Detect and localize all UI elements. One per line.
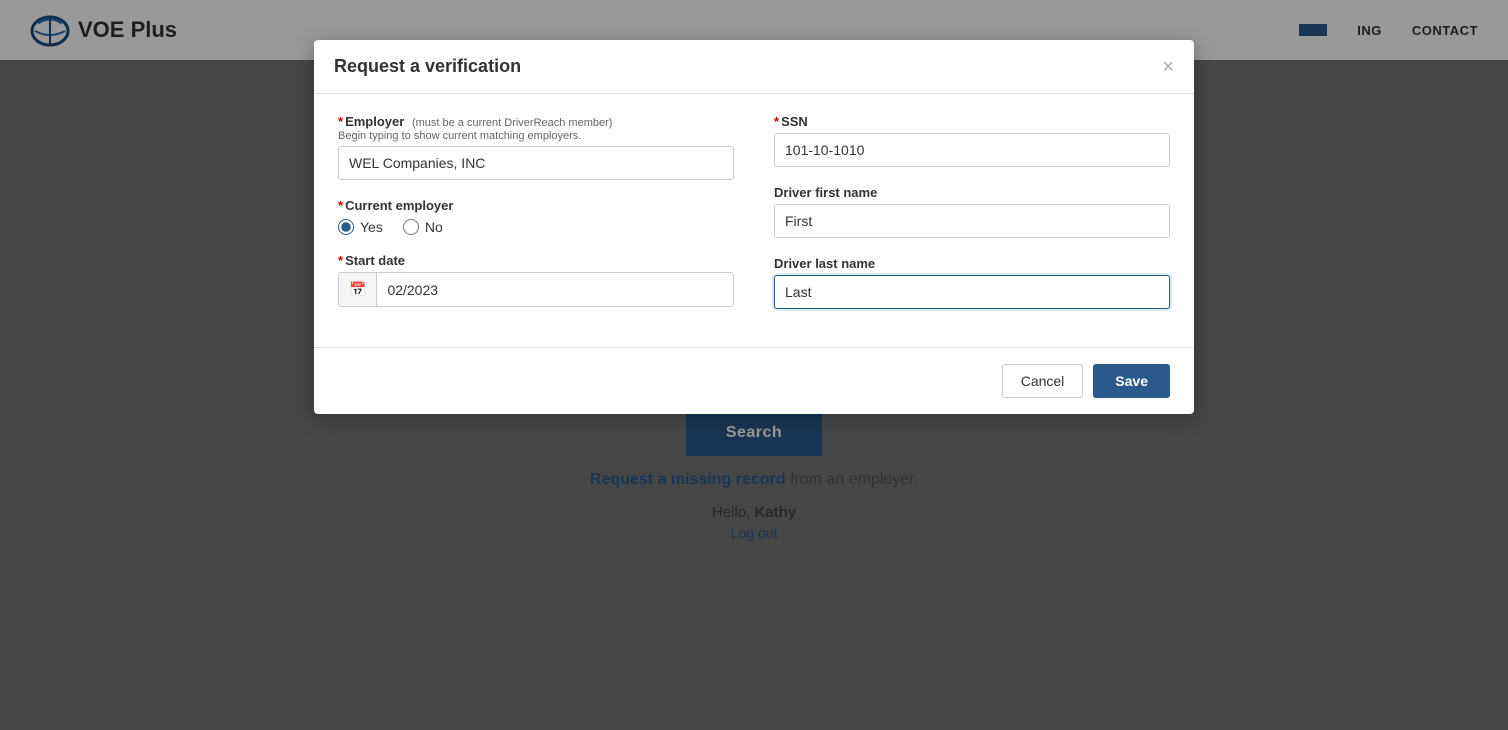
radio-no-input[interactable] bbox=[403, 219, 419, 235]
ssn-label: *SSN bbox=[774, 114, 1170, 129]
current-employer-required-marker: * bbox=[338, 198, 343, 213]
start-date-required-marker: * bbox=[338, 253, 343, 268]
modal-footer: Cancel Save bbox=[314, 347, 1194, 414]
start-date-label: *Start date bbox=[338, 253, 734, 268]
modal-left-column: *Employer (must be a current DriverReach… bbox=[338, 114, 734, 327]
save-button[interactable]: Save bbox=[1093, 364, 1170, 398]
current-employer-field-group: *Current employer Yes No bbox=[338, 198, 734, 235]
radio-yes-input[interactable] bbox=[338, 219, 354, 235]
driver-first-name-input[interactable] bbox=[774, 204, 1170, 238]
start-date-field-group: *Start date 📅 bbox=[338, 253, 734, 307]
current-employer-radio-group: Yes No bbox=[338, 219, 734, 235]
modal-close-button[interactable]: × bbox=[1162, 57, 1174, 77]
request-verification-modal: Request a verification × *Employer (must… bbox=[314, 40, 1194, 414]
radio-yes-label[interactable]: Yes bbox=[338, 219, 383, 235]
driver-first-name-field-group: Driver first name bbox=[774, 185, 1170, 238]
modal-header: Request a verification × bbox=[314, 40, 1194, 94]
employer-required-marker: * bbox=[338, 114, 343, 129]
cancel-button[interactable]: Cancel bbox=[1002, 364, 1084, 398]
employer-sublabel: (must be a current DriverReach member) bbox=[412, 117, 613, 129]
radio-no-label[interactable]: No bbox=[403, 219, 443, 235]
driver-last-name-input[interactable] bbox=[774, 275, 1170, 309]
driver-first-name-label-text: Driver first name bbox=[774, 185, 877, 200]
driver-last-name-field-group: Driver last name bbox=[774, 256, 1170, 309]
driver-last-name-label-text: Driver last name bbox=[774, 256, 875, 271]
employer-hint: Begin typing to show current matching em… bbox=[338, 130, 734, 142]
modal-right-column: *SSN Driver first name Driver last name bbox=[774, 114, 1170, 327]
driver-last-name-label: Driver last name bbox=[774, 256, 1170, 271]
ssn-required-marker: * bbox=[774, 114, 779, 129]
employer-input[interactable] bbox=[338, 146, 734, 180]
radio-yes-text: Yes bbox=[360, 219, 383, 235]
radio-no-text: No bbox=[425, 219, 443, 235]
date-input-wrapper: 📅 bbox=[338, 272, 734, 307]
employer-label-text: Employer bbox=[345, 114, 404, 129]
modal-title: Request a verification bbox=[334, 56, 521, 77]
modal-overlay: Request a verification × *Employer (must… bbox=[0, 0, 1508, 730]
start-date-label-text: Start date bbox=[345, 253, 405, 268]
ssn-field-group: *SSN bbox=[774, 114, 1170, 167]
current-employer-label: *Current employer bbox=[338, 198, 734, 213]
ssn-input[interactable] bbox=[774, 133, 1170, 167]
employer-field-group: *Employer (must be a current DriverReach… bbox=[338, 114, 734, 180]
ssn-label-text: SSN bbox=[781, 114, 808, 129]
employer-label: *Employer (must be a current DriverReach… bbox=[338, 114, 734, 142]
driver-first-name-label: Driver first name bbox=[774, 185, 1170, 200]
modal-body: *Employer (must be a current DriverReach… bbox=[314, 94, 1194, 347]
calendar-icon: 📅 bbox=[339, 273, 377, 306]
current-employer-label-text: Current employer bbox=[345, 198, 453, 213]
start-date-input[interactable] bbox=[377, 274, 733, 306]
